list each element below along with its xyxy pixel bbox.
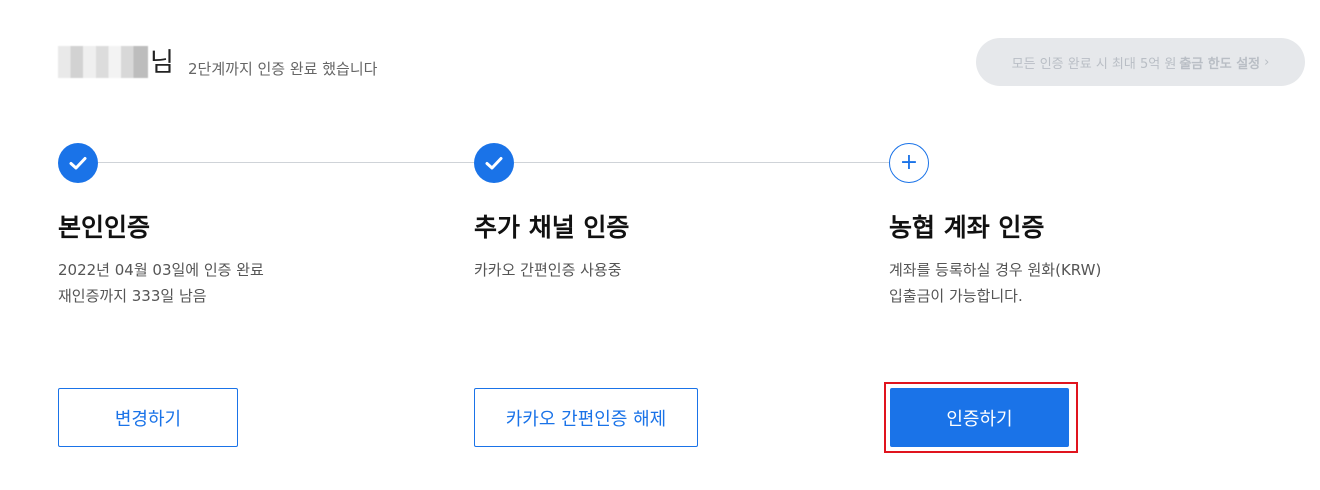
step-2-desc-line1: 카카오 간편인증 사용중	[474, 261, 622, 279]
blurred-username	[58, 46, 148, 78]
withdrawal-limit-button[interactable]: 모든 인증 완료 시 최대 5억 원 출금 한도 설정 ›	[976, 38, 1305, 86]
step-3-description: 계좌를 등록하실 경우 원화(KRW) 입출금이 가능합니다.	[889, 257, 1101, 309]
verify-button[interactable]: 인증하기	[890, 388, 1069, 447]
step-1-title: 본인인증	[58, 213, 151, 242]
step-2-description: 카카오 간편인증 사용중	[474, 257, 622, 283]
kakao-auth-release-button[interactable]: 카카오 간편인증 해제	[474, 388, 698, 447]
step-3-plus-icon: +	[889, 143, 929, 183]
step-1-desc-line2: 재인증까지 333일 남음	[58, 287, 207, 305]
verification-status-text: 2단계까지 인증 완료 했습니다	[188, 60, 378, 78]
change-button[interactable]: 변경하기	[58, 388, 238, 447]
name-suffix: 님	[150, 48, 174, 78]
step-3-desc-line1: 계좌를 등록하실 경우 원화(KRW)	[889, 261, 1102, 279]
limit-button-bold: 출금 한도 설정	[1179, 56, 1261, 72]
step-1-check-icon	[58, 143, 98, 183]
step-connector-2	[514, 162, 889, 163]
step-3-title: 농협 계좌 인증	[889, 213, 1045, 242]
limit-button-prefix: 모든 인증 완료 시 최대 5억 원	[1011, 56, 1177, 72]
chevron-right-icon: ›	[1264, 54, 1270, 70]
step-2-check-icon	[474, 143, 514, 183]
step-2-title: 추가 채널 인증	[474, 213, 630, 242]
step-connector-1	[98, 162, 474, 163]
step-1-description: 2022년 04월 03일에 인증 완료 재인증까지 333일 남음	[58, 257, 264, 309]
step-1-desc-line1: 2022년 04월 03일에 인증 완료	[58, 261, 264, 279]
step-3-desc-line2: 입출금이 가능합니다.	[889, 287, 1023, 305]
